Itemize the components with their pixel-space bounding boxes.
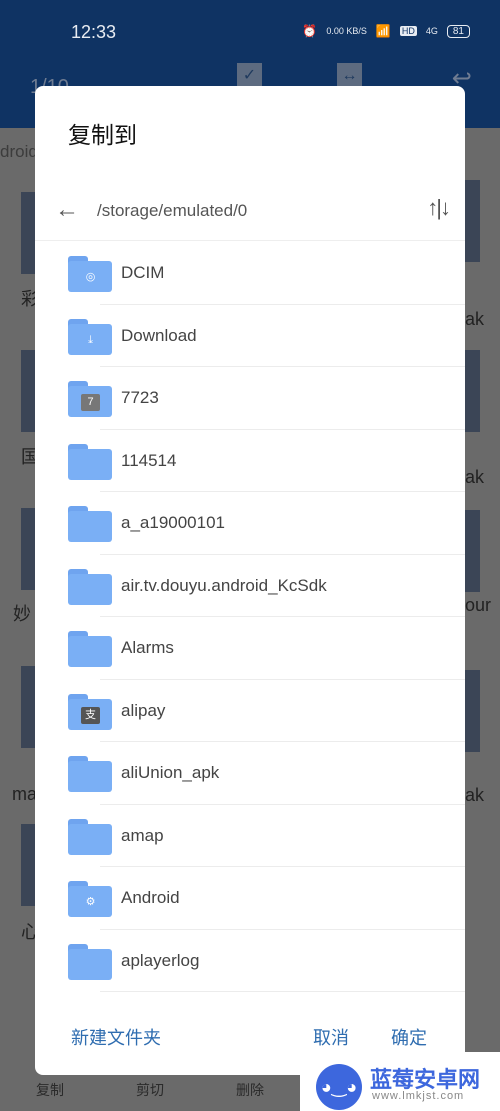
divider <box>100 991 465 992</box>
current-path: /storage/emulated/0 <box>97 201 248 220</box>
folder-name: Download <box>121 325 197 345</box>
folder-icon: ⚙ <box>68 881 112 917</box>
folder-row[interactable]: 支 alipay <box>35 680 465 742</box>
folder-row[interactable]: 7 7723 <box>35 367 465 430</box>
folder-icon <box>68 631 112 667</box>
swap-icon: ↔ <box>337 63 362 88</box>
hd-icon: HD <box>399 26 417 36</box>
folder-name: aplayerlog <box>121 950 200 970</box>
bg-label: ak <box>465 467 485 487</box>
bg-label: ak <box>465 785 485 805</box>
folder-row[interactable]: 114514 <box>35 430 465 492</box>
folder-icon: 支 <box>68 693 112 730</box>
bg-thumbnail <box>465 670 480 752</box>
signal-icon: 4G <box>425 26 438 36</box>
bg-label: our <box>465 595 492 615</box>
gear-badge-icon: ⚙ <box>85 896 96 908</box>
copy-to-dialog: 复制到 ← /storage/emulated/0 ↑|↓ ◎ DCIM ⤓ Down… <box>35 86 465 1075</box>
bg-thumbnail <box>465 180 480 262</box>
download-badge-icon: ⤓ <box>88 333 93 346</box>
path-bar: ← /storage/emulated/0 ↑|↓ <box>35 186 465 241</box>
folder-icon: ⤓ <box>68 318 112 355</box>
folder-name: air.tv.douyu.android_KcSdk <box>121 575 327 595</box>
select-all-icon: ✓ <box>237 63 262 88</box>
camera-badge-icon: ◎ <box>85 271 96 283</box>
cut-action: 剪切 <box>136 1082 164 1098</box>
folder-row[interactable]: ◎ DCIM <box>35 242 465 305</box>
watermark: ◕‿◕ 蓝莓安卓网 www.lmkjst.com <box>300 1052 500 1111</box>
folder-name: Alarms <box>121 638 174 657</box>
dialog-title: 复制到 <box>68 122 137 148</box>
breadcrumb: droid <box>0 142 38 161</box>
folder-icon: ◎ <box>68 256 112 292</box>
folder-row[interactable]: ⤓ Download <box>35 305 465 367</box>
folder-name: DCIM <box>121 263 165 282</box>
net-speed: 0.00 KB/S <box>326 26 367 36</box>
bg-label: 妙 <box>13 604 31 624</box>
folder-row[interactable]: a_a19000101 <box>35 492 465 555</box>
folder-icon <box>68 443 112 480</box>
bg-label: ma <box>12 784 38 804</box>
folder-icon <box>68 756 112 792</box>
wifi-icon: 📶 <box>375 24 391 38</box>
bg-thumbnail <box>465 510 480 592</box>
folder-name: 7723 <box>121 388 159 407</box>
folder-name: Android <box>121 888 180 907</box>
folder-icon <box>68 818 112 855</box>
alipay-badge-icon: 支 <box>81 706 100 724</box>
app-7723-badge-icon: 7 <box>81 394 100 411</box>
clock: 12:33 <box>71 22 117 42</box>
folder-name: alipay <box>121 700 166 720</box>
copy-action: 复制 <box>36 1082 64 1098</box>
folder-list[interactable]: ◎ DCIM ⤓ Download 7 7723 114514 a_a19000101 air.… <box>35 242 465 992</box>
sort-icon[interactable]: ↑|↓ <box>427 195 451 221</box>
folder-icon <box>68 568 112 605</box>
android-logo-icon: ◕‿◕ <box>316 1064 362 1110</box>
back-arrow-icon[interactable]: ← <box>55 196 79 224</box>
folder-name: amap <box>121 825 164 845</box>
bg-thumbnail <box>465 350 480 432</box>
battery-icon: 81 <box>446 24 470 38</box>
status-icons: ⏰ 0.00 KB/S 📶 HD 4G 81 <box>302 24 470 38</box>
folder-name: 114514 <box>121 450 177 470</box>
delete-action: 删除 <box>236 1082 264 1098</box>
bg-label: ak <box>465 309 485 329</box>
folder-name: a_a19000101 <box>121 513 226 532</box>
folder-row[interactable]: amap <box>35 805 465 867</box>
folder-row[interactable]: air.tv.douyu.android_KcSdk <box>35 555 465 617</box>
watermark-url: www.lmkjst.com <box>372 1090 465 1102</box>
folder-row[interactable]: ⚙ Android <box>35 867 465 930</box>
new-folder-button[interactable]: 新建文件夹 <box>71 1024 161 1050</box>
folder-icon <box>68 943 112 980</box>
folder-row[interactable]: aliUnion_apk <box>35 742 465 805</box>
folder-name: aliUnion_apk <box>121 763 220 782</box>
cancel-button[interactable]: 取消 <box>313 1024 349 1050</box>
alarm-icon: ⏰ <box>302 24 318 38</box>
confirm-button[interactable]: 确定 <box>391 1024 427 1050</box>
folder-icon: 7 <box>68 381 112 417</box>
folder-row[interactable]: Alarms <box>35 617 465 680</box>
folder-icon <box>68 506 112 542</box>
folder-row[interactable]: aplayerlog <box>35 930 465 992</box>
